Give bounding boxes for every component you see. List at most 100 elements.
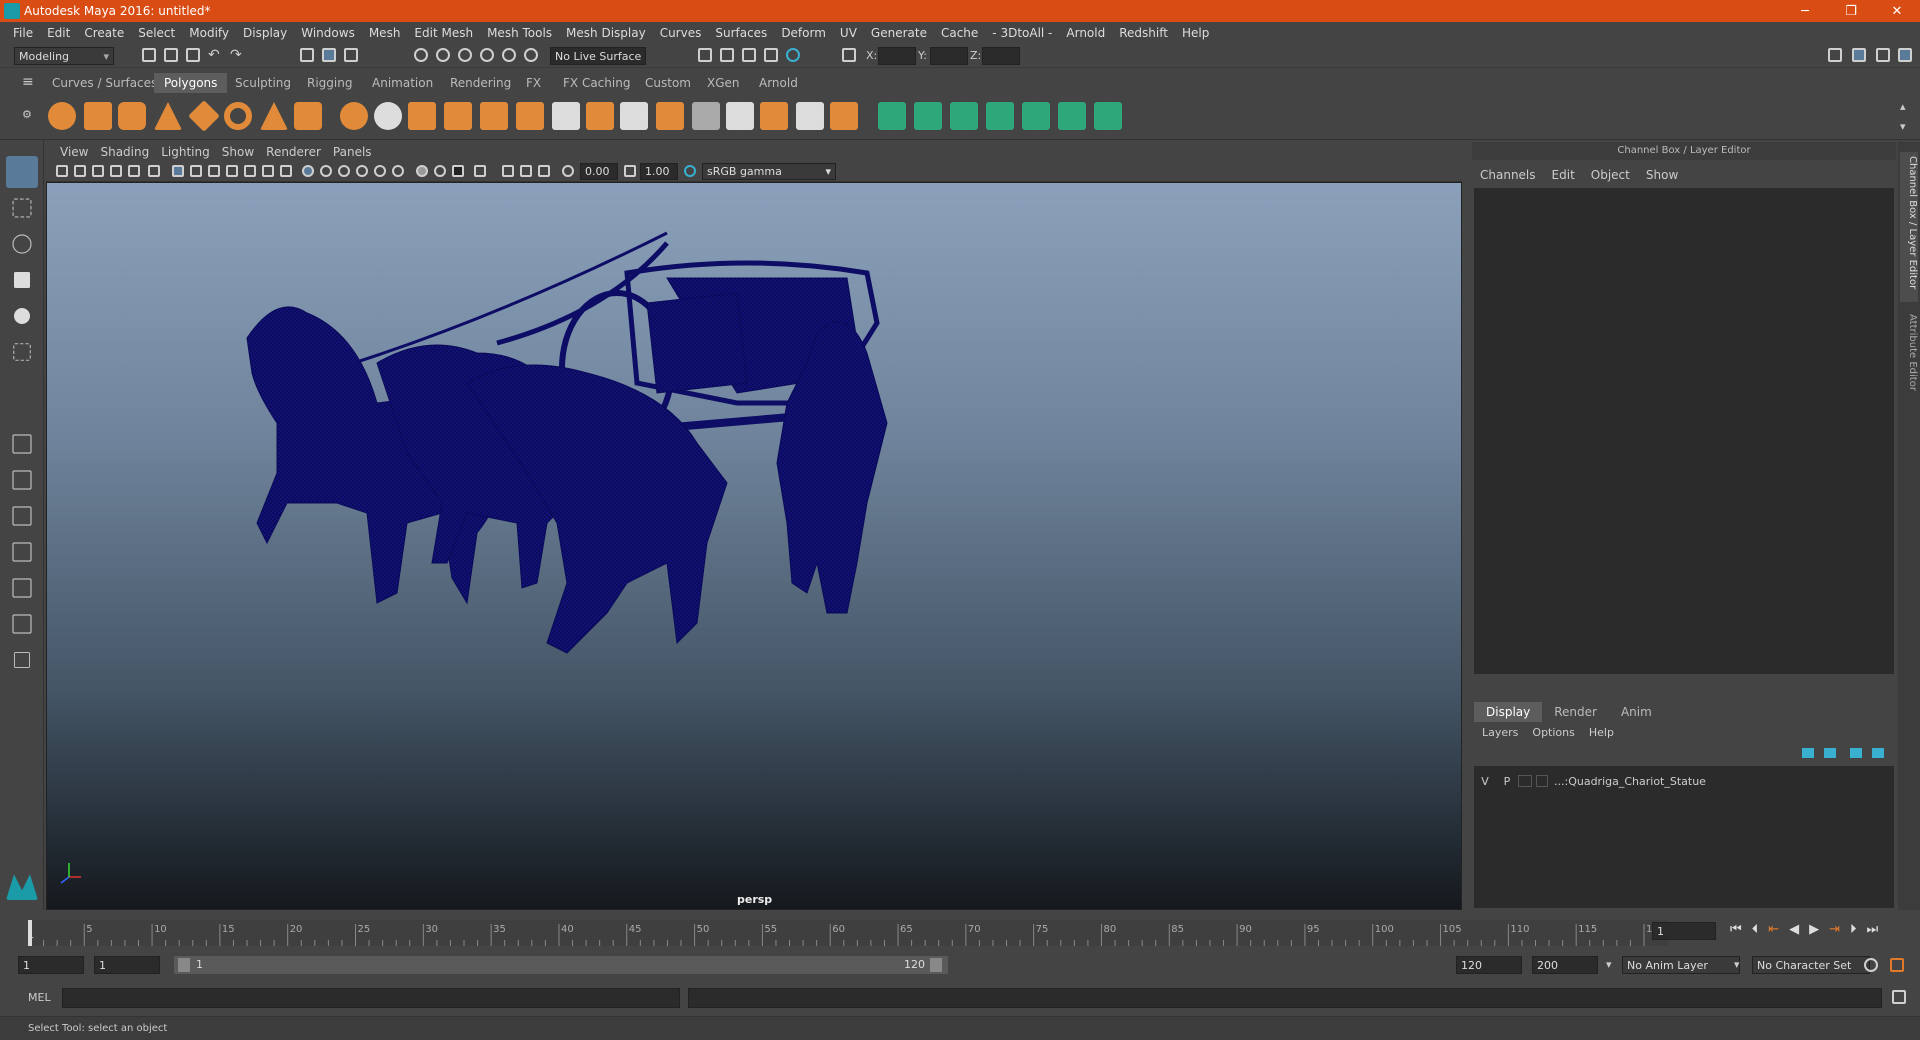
- textured-icon[interactable]: [356, 165, 368, 177]
- menu-curves[interactable]: Curves: [653, 26, 709, 40]
- menu-file[interactable]: File: [6, 26, 40, 40]
- persp-outliner-layout-icon[interactable]: [12, 506, 32, 526]
- new-scene-icon[interactable]: [142, 48, 156, 62]
- anim-start-field[interactable]: 1: [18, 956, 84, 974]
- move-layer-down-icon[interactable]: [1824, 748, 1836, 758]
- current-frame-field[interactable]: 1: [1652, 922, 1716, 940]
- extrude-icon[interactable]: [552, 102, 580, 130]
- shelf-tab-xgen[interactable]: XGen: [697, 73, 750, 93]
- view-transform-dropdown[interactable]: sRGB gamma ▾: [702, 163, 836, 180]
- shelf-menu-icon[interactable]: ≡: [22, 74, 34, 90]
- playback-start-field[interactable]: 1: [94, 956, 160, 974]
- range-slider[interactable]: 1 120: [174, 956, 948, 974]
- shelf-tab-curves-surfaces[interactable]: Curves / Surfaces: [42, 73, 167, 93]
- poly-cone-icon[interactable]: [154, 102, 182, 130]
- xray-icon[interactable]: [502, 165, 514, 177]
- motion-blur-icon[interactable]: [434, 165, 446, 177]
- script-editor-icon[interactable]: [1892, 990, 1906, 1004]
- auto-key-icon[interactable]: [1864, 958, 1878, 972]
- ipr-render-icon[interactable]: [742, 48, 756, 62]
- move-layer-up-icon[interactable]: [1802, 748, 1814, 758]
- tab-display[interactable]: Display: [1474, 702, 1543, 722]
- chevron-down-icon[interactable]: ▾: [1734, 958, 1740, 971]
- snap-live-icon[interactable]: [502, 48, 516, 62]
- fill-hole-icon[interactable]: [726, 102, 754, 130]
- attribute-editor-side-tab[interactable]: Attribute Editor: [1900, 310, 1918, 400]
- camera-attributes-icon[interactable]: [74, 165, 86, 177]
- shelf-tab-polygons[interactable]: Polygons: [154, 73, 228, 93]
- select-tool-icon[interactable]: [6, 156, 38, 188]
- live-surface-field[interactable]: No Live Surface: [550, 47, 646, 65]
- menu-display[interactable]: Display: [236, 26, 294, 40]
- time-slider[interactable]: 5 10 15 20 25 30 35 40 45 50 55 60 65 70 75 80 85 90 95 100…: [0, 912, 1920, 948]
- channel-box-toggle-icon[interactable]: [1852, 48, 1866, 62]
- x-field[interactable]: [878, 47, 916, 65]
- menu-arnold[interactable]: Arnold: [1059, 26, 1112, 40]
- use-all-lights-icon[interactable]: [374, 165, 386, 177]
- layer-options-menu[interactable]: Options: [1532, 726, 1574, 739]
- poly-cylinder-icon[interactable]: [118, 102, 146, 130]
- smooth-icon[interactable]: [444, 102, 472, 130]
- select-by-hierarchy-icon[interactable]: [300, 48, 314, 62]
- save-scene-icon[interactable]: [186, 48, 200, 62]
- channels-menu[interactable]: Channels: [1480, 168, 1536, 182]
- snap-grid-icon[interactable]: [414, 48, 428, 62]
- bridge-icon[interactable]: [586, 102, 614, 130]
- menu-mesh-display[interactable]: Mesh Display: [559, 26, 653, 40]
- separate-icon[interactable]: [374, 102, 402, 130]
- layer-display-type[interactable]: [1518, 775, 1532, 787]
- snap-surface-icon[interactable]: [524, 48, 538, 62]
- isolate-select-icon[interactable]: [474, 165, 486, 177]
- shelf-tab-fx-caching[interactable]: FX Caching: [553, 73, 640, 93]
- bookmark-icon[interactable]: [92, 165, 104, 177]
- menu-mesh-tools[interactable]: Mesh Tools: [480, 26, 559, 40]
- shelf-tab-rendering[interactable]: Rendering: [440, 73, 521, 93]
- maximize-button[interactable]: ❐: [1828, 0, 1874, 22]
- menu-create[interactable]: Create: [77, 26, 131, 40]
- paint-select-tool-icon[interactable]: [12, 234, 32, 254]
- tab-anim[interactable]: Anim: [1609, 702, 1664, 722]
- shelf-tab-sculpting[interactable]: Sculpting: [225, 73, 301, 93]
- menu-help[interactable]: Help: [1175, 26, 1216, 40]
- grease-pencil-icon[interactable]: [148, 165, 160, 177]
- range-end-handle[interactable]: [930, 958, 942, 972]
- safe-title-icon[interactable]: [280, 165, 292, 177]
- camera-select-icon[interactable]: [56, 165, 68, 177]
- resolution-gate-icon[interactable]: [208, 165, 220, 177]
- render-view-icon[interactable]: [698, 48, 712, 62]
- single-perspective-layout-icon[interactable]: [12, 434, 32, 454]
- animation-preferences-icon[interactable]: [1890, 958, 1904, 972]
- poly-sphere-icon[interactable]: [48, 102, 76, 130]
- z-field[interactable]: [982, 47, 1020, 65]
- poly-pipe-icon[interactable]: [294, 102, 322, 130]
- open-scene-icon[interactable]: [164, 48, 178, 62]
- character-set-dropdown[interactable]: No Character Set: [1752, 956, 1870, 974]
- safe-action-icon[interactable]: [262, 165, 274, 177]
- bevel-icon[interactable]: [620, 102, 648, 130]
- select-by-object-icon[interactable]: [322, 48, 336, 62]
- mel-label[interactable]: MEL: [28, 991, 51, 1004]
- hypershade-icon[interactable]: [786, 48, 800, 62]
- tool-settings-toggle-icon[interactable]: [1898, 48, 1912, 62]
- layer-playback-toggle[interactable]: P: [1496, 775, 1518, 788]
- menu-surfaces[interactable]: Surfaces: [708, 26, 774, 40]
- chevron-down-icon[interactable]: ▾: [1606, 958, 1612, 971]
- shelf-tab-custom[interactable]: Custom: [635, 73, 701, 93]
- go-to-end-icon[interactable]: ⏭: [1867, 922, 1879, 937]
- menu-select[interactable]: Select: [131, 26, 182, 40]
- select-by-component-icon[interactable]: [344, 48, 358, 62]
- undo-icon[interactable]: ↶: [208, 47, 220, 63]
- target-weld-icon[interactable]: [830, 102, 858, 130]
- playback-end-field[interactable]: 120: [1456, 956, 1522, 974]
- append-polygon-icon[interactable]: [692, 102, 720, 130]
- layers-menu[interactable]: Layers: [1482, 726, 1518, 739]
- menu-windows[interactable]: Windows: [294, 26, 362, 40]
- step-forward-frame-icon[interactable]: ⇥: [1829, 922, 1840, 937]
- automatic-mapping-icon[interactable]: [986, 102, 1014, 130]
- rotate-tool-icon[interactable]: [14, 308, 30, 324]
- snap-point-icon[interactable]: [458, 48, 472, 62]
- gamma-field[interactable]: 1.00: [640, 163, 678, 180]
- shadows-icon[interactable]: [392, 165, 404, 177]
- cylindrical-mapping-icon[interactable]: [914, 102, 942, 130]
- anti-aliasing-icon[interactable]: [452, 165, 464, 177]
